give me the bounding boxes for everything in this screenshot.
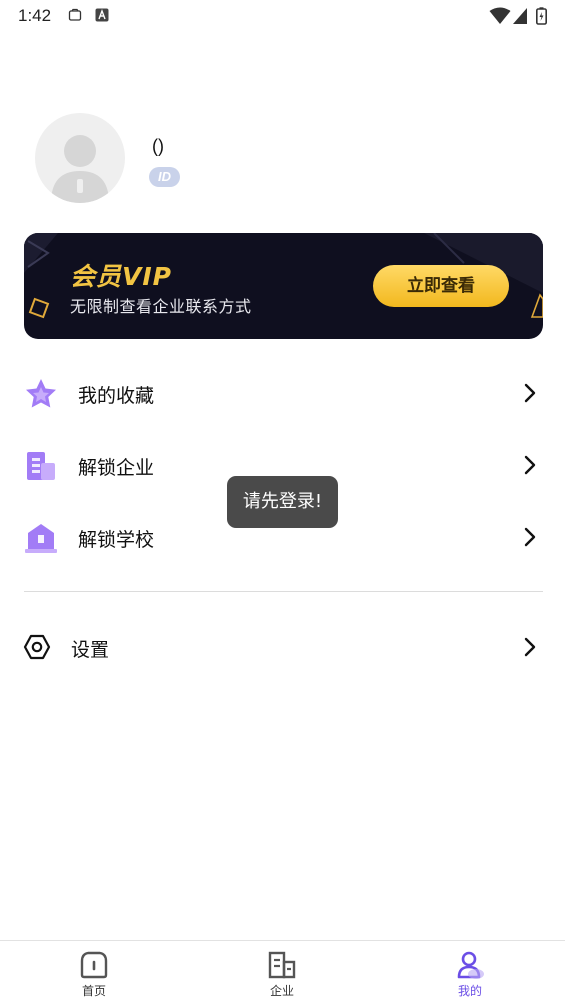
- tab-label-mine: 我的: [457, 984, 482, 998]
- profile-icon: [457, 951, 484, 979]
- menu-label-unlock-company: 解锁企业: [78, 457, 155, 479]
- screenshot-notification-icon: [68, 8, 82, 21]
- menu-item-settings[interactable]: 设置: [0, 619, 565, 675]
- vip-title: 会员VIP: [70, 262, 172, 291]
- bottom-tab-bar: 首页 企业 我的: [0, 940, 565, 1004]
- vip-banner[interactable]: 会员VIP 无限制查看企业联系方式 立即查看: [24, 233, 543, 339]
- school-icon: [25, 524, 57, 553]
- hexagon-settings-icon: [23, 634, 51, 660]
- chevron-right-icon: [524, 455, 536, 475]
- chevron-right-icon: [524, 637, 536, 657]
- default-avatar-icon: [51, 135, 109, 203]
- menu-label-favorites: 我的收藏: [78, 385, 155, 407]
- toast-message: 请先登录!: [227, 476, 338, 528]
- menu-label-unlock-school: 解锁学校: [78, 529, 155, 551]
- wifi-icon: [489, 7, 511, 24]
- building-icon: [27, 452, 55, 480]
- tab-label-company: 企业: [269, 984, 294, 998]
- status-time: 1:42: [18, 6, 52, 25]
- menu-item-favorites[interactable]: 我的收藏: [0, 365, 565, 421]
- app-notification-icon: [95, 8, 109, 22]
- divider: [24, 591, 543, 592]
- home-icon: [80, 951, 108, 979]
- tab-mine[interactable]: 我的: [420, 941, 520, 1004]
- battery-icon: [536, 7, 547, 25]
- tab-label-home: 首页: [81, 984, 106, 998]
- chevron-right-icon: [524, 527, 536, 547]
- company-icon: [268, 951, 296, 979]
- chevron-right-icon: [524, 383, 536, 403]
- signal-icon: [513, 8, 527, 24]
- tab-home[interactable]: 首页: [44, 941, 144, 1004]
- status-bar: 1:42: [0, 0, 565, 32]
- view-now-button[interactable]: 立即查看: [373, 265, 509, 307]
- username: (): [152, 136, 164, 156]
- id-badge: ID: [149, 167, 180, 187]
- vip-subtitle: 无限制查看企业联系方式: [70, 297, 252, 316]
- star-icon: [26, 379, 56, 408]
- tab-company[interactable]: 企业: [232, 941, 332, 1004]
- avatar[interactable]: [35, 113, 125, 203]
- menu-label-settings: 设置: [71, 639, 110, 661]
